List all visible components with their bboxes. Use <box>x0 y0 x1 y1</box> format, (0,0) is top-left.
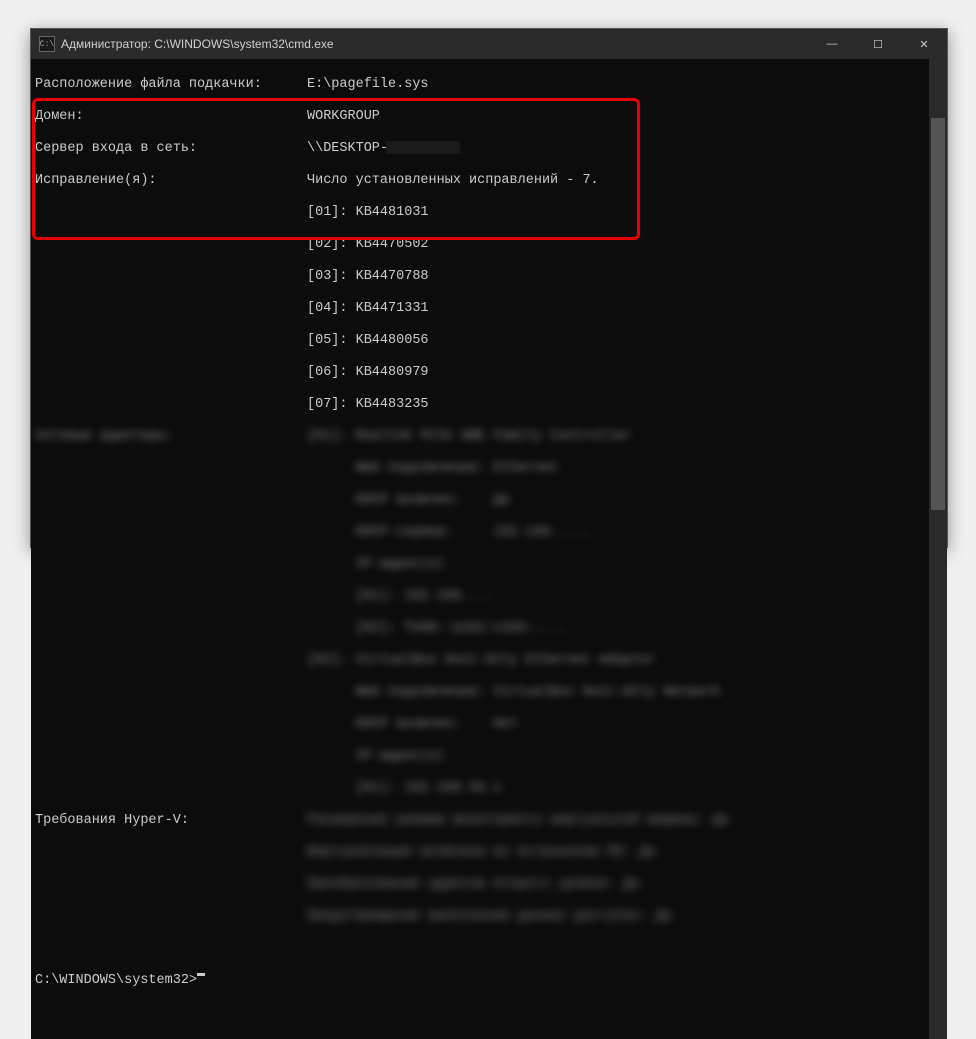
domain-value: WORKGROUP <box>307 109 380 125</box>
blur-line: [01]: 192.168.... <box>307 589 493 605</box>
blur-line: [02]: VirtualBox Host-Only Ethernet Adap… <box>307 653 655 669</box>
logon-label: Сервер входа в сеть: <box>35 141 307 157</box>
hyperv-label: Требования Hyper-V: <box>35 813 307 829</box>
redacted-block <box>386 141 460 154</box>
blur-line: Преобразование адресов второго уровня: Д… <box>307 877 639 893</box>
cmd-window: C:\ Администратор: C:\WINDOWS\system32\c… <box>30 28 948 548</box>
blur-line: Имя подключения: Ethernet <box>307 461 558 477</box>
cursor-icon <box>197 973 205 976</box>
scrollbar-thumb[interactable] <box>931 118 945 510</box>
blur-line: Предотвращение выполнения данных доступн… <box>307 909 672 925</box>
pagefile-value: E:\pagefile.sys <box>307 77 429 93</box>
scrollbar[interactable] <box>929 59 947 1039</box>
blur-line: IP-адрес(а) <box>307 557 445 573</box>
fix-item: [05]: KB4480056 <box>307 333 429 349</box>
blur-line: IP-адрес(а) <box>307 749 445 765</box>
close-button[interactable]: ✕ <box>901 29 947 59</box>
window-title: Администратор: C:\WINDOWS\system32\cmd.e… <box>61 37 809 51</box>
fix-item: [03]: KB4470788 <box>307 269 429 285</box>
fix-item: [06]: KB4480979 <box>307 365 429 381</box>
blur-line: DHCP-сервер: 192.168..... <box>307 525 591 541</box>
blur-line: DHCP включен: Да <box>307 493 510 509</box>
terminal-output[interactable]: Расположение файла подкачки:E:\pagefile.… <box>31 59 929 1039</box>
fixes-header: Число установленных исправлений - 7. <box>307 173 599 189</box>
command-prompt: C:\WINDOWS\system32> <box>35 973 197 989</box>
pagefile-label: Расположение файла подкачки: <box>35 77 307 93</box>
app-icon: C:\ <box>39 36 55 52</box>
blur-line: Имя подключения: VirtualBox Host-Only Ne… <box>307 685 720 701</box>
fix-item: [04]: KB4471331 <box>307 301 429 317</box>
fixes-label: Исправление(я): <box>35 173 307 189</box>
adapters-label: Сетевые адаптеры: <box>35 429 307 445</box>
fix-item: [02]: KB4470502 <box>307 237 429 253</box>
blur-line: [01]: 192.168.56.1 <box>307 781 501 797</box>
blur-line: Виртуализация включена во встроенном ПО:… <box>307 845 655 861</box>
logon-value: \\DESKTOP- <box>307 141 460 157</box>
maximize-button[interactable]: ☐ <box>855 29 901 59</box>
blur-line: DHCP включен: Нет <box>307 717 518 733</box>
blur-line: Расширения режима мониторинга виртуально… <box>307 813 728 829</box>
domain-label: Домен: <box>35 109 307 125</box>
fix-item: [07]: KB4483235 <box>307 397 429 413</box>
minimize-button[interactable]: — <box>809 29 855 59</box>
blur-line: [02]: fe80::a1b2:c3d4:.... <box>307 621 566 637</box>
titlebar[interactable]: C:\ Администратор: C:\WINDOWS\system32\c… <box>31 29 947 59</box>
fix-item: [01]: KB4481031 <box>307 205 429 221</box>
blur-line: [01]: Realtek PCIe GBE Family Controller <box>307 429 631 445</box>
